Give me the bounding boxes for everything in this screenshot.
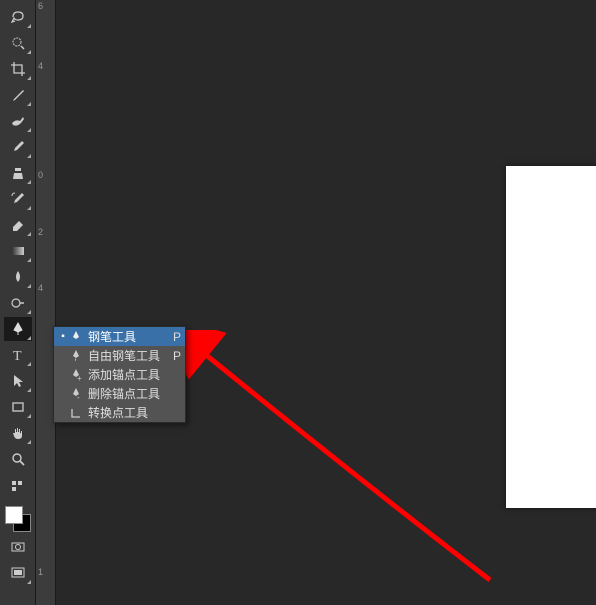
quick-mask-toggle[interactable] [4, 535, 32, 559]
flyout-shortcut: P [167, 349, 181, 363]
flyout-label: 添加锚点工具 [88, 366, 167, 383]
blur-tool[interactable] [4, 265, 32, 289]
convert-point-icon [68, 405, 84, 421]
clone-stamp-tool[interactable] [4, 161, 32, 185]
pen-tool-flyout: ▪ 钢笔工具 P 自由钢笔工具 P + 添加锚点工具 - 删除锚点工具 转换点工… [53, 326, 186, 423]
hand-tool[interactable] [4, 421, 32, 445]
svg-text:+: + [77, 374, 82, 382]
path-selection-tool[interactable] [4, 369, 32, 393]
flyout-label: 转换点工具 [88, 404, 167, 421]
spot-healing-tool[interactable] [4, 109, 32, 133]
vertical-ruler: 6 4 0 2 4 1 [36, 0, 56, 605]
dodge-tool[interactable] [4, 291, 32, 315]
eraser-tool[interactable] [4, 213, 32, 237]
color-swatch[interactable] [3, 504, 33, 534]
lasso-tool[interactable] [4, 5, 32, 29]
add-anchor-icon: + [68, 367, 84, 383]
flyout-label: 删除锚点工具 [88, 385, 167, 402]
zoom-tool[interactable] [4, 447, 32, 471]
foreground-color[interactable] [5, 506, 23, 524]
quick-select-tool[interactable] [4, 31, 32, 55]
screen-mode-button[interactable] [4, 561, 32, 585]
flyout-item-delete-anchor[interactable]: - 删除锚点工具 [54, 384, 185, 403]
pen-tool[interactable] [4, 317, 32, 341]
flyout-label: 自由钢笔工具 [88, 347, 167, 364]
delete-anchor-icon: - [68, 386, 84, 402]
document[interactable] [506, 166, 596, 508]
flyout-item-add-anchor[interactable]: + 添加锚点工具 [54, 365, 185, 384]
edit-toolbar-button[interactable] [4, 473, 32, 497]
canvas[interactable] [56, 0, 596, 605]
tool-palette: T [0, 0, 36, 605]
flyout-label: 钢笔工具 [88, 328, 167, 345]
eyedropper-tool[interactable] [4, 83, 32, 107]
flyout-item-freeform-pen[interactable]: 自由钢笔工具 P [54, 346, 185, 365]
freeform-pen-icon [68, 348, 84, 364]
flyout-shortcut: P [167, 330, 181, 344]
svg-text:-: - [77, 393, 80, 401]
rectangle-tool[interactable] [4, 395, 32, 419]
flyout-item-pen[interactable]: ▪ 钢笔工具 P [54, 327, 185, 346]
history-brush-tool[interactable] [4, 187, 32, 211]
gradient-tool[interactable] [4, 239, 32, 263]
pen-icon [68, 329, 84, 345]
crop-tool[interactable] [4, 57, 32, 81]
svg-text:T: T [13, 349, 22, 363]
brush-tool[interactable] [4, 135, 32, 159]
type-tool[interactable]: T [4, 343, 32, 367]
active-indicator-icon: ▪ [58, 331, 68, 342]
flyout-item-convert-point[interactable]: 转换点工具 [54, 403, 185, 422]
